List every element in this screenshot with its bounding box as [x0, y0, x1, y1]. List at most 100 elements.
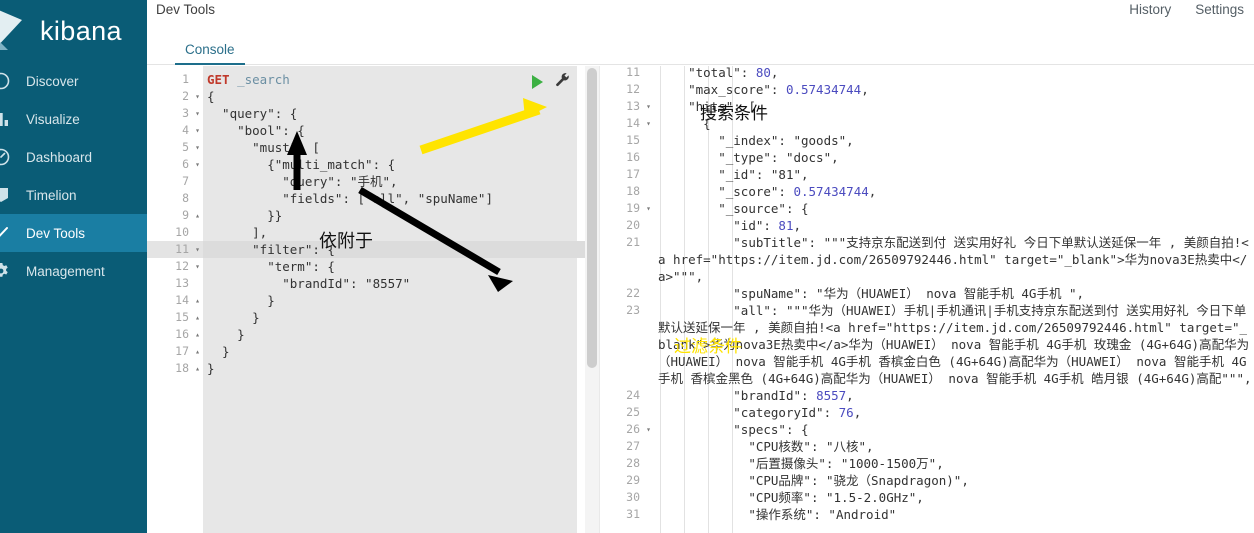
editor-code-line[interactable]: {"multi_match": { [203, 156, 599, 173]
editor-code-line[interactable]: "query": { [203, 105, 599, 122]
output-code-content: "total": 80, "max_score": 0.57434744, "h… [654, 66, 1254, 533]
kibana-app: kibana Discover Visualize Dashboard Time… [0, 0, 1254, 533]
sidebar-item-dashboard[interactable]: Dashboard [0, 138, 147, 176]
editor-code-line[interactable]: ], [203, 224, 599, 241]
output-line-number: 20 [626, 218, 640, 232]
editor-code-line[interactable]: } [203, 292, 599, 309]
output-line-number: 21 [626, 235, 640, 249]
editor-code-line[interactable]: } [203, 343, 599, 360]
output-line-number: 27 [626, 439, 640, 453]
main-area: Dev Tools History Settings Console 1 2 ▾ 3 ▾… [147, 0, 1254, 533]
output-line-number: 11 [626, 66, 640, 79]
tab-label: Console [185, 42, 235, 57]
response-output-pane[interactable]: 11 12 13 ▾ 14 ▾ 15 16 17 18 19 ▾ 20 21 22 23 24 25 26 ▾ 27 28… [600, 66, 1254, 533]
output-code-line: "CPU核数": "八核", [658, 439, 874, 454]
output-code-line: "_source": { [658, 201, 809, 216]
output-line-number: 28 [626, 456, 640, 470]
settings-link[interactable]: Settings [1195, 2, 1244, 17]
output-code-line: "all": """华为（HUAWEI）手机|手机通讯|手机支持京东配送到付 送… [658, 303, 1252, 386]
output-code-line: "hits": [ [658, 99, 756, 114]
wrench-icon[interactable] [555, 72, 570, 91]
editor-code-line[interactable]: "term": { [203, 258, 599, 275]
output-code-line: "total": 80, [658, 66, 779, 80]
editor-code-line[interactable]: } [203, 326, 599, 343]
sidebar-item-label: Visualize [26, 111, 80, 127]
topbar-links: History Settings [1129, 2, 1244, 17]
editor-code-line[interactable]: "bool": { [203, 122, 599, 139]
output-code-line: "操作系统": "Android" [658, 507, 897, 522]
editor-line-number: 12 ▾ [175, 259, 200, 273]
editor-line-number: 2 ▾ [182, 89, 200, 103]
editor-code-content[interactable]: GET _search{ "query": { "bool": { "must"… [203, 66, 599, 533]
sidebar-item-discover[interactable]: Discover [0, 62, 147, 100]
editor-line-number: 8 [182, 191, 189, 205]
output-line-number: 13 ▾ [626, 99, 651, 113]
output-line-number: 17 [626, 167, 640, 181]
output-code-line: "categoryId": 76, [658, 405, 862, 420]
output-line-numbers: 11 12 13 ▾ 14 ▾ 15 16 17 18 19 ▾ 20 21 22 23 24 25 26 ▾ 27 28… [600, 66, 654, 533]
output-code-line: "CPU频率": "1.5-2.0GHz", [658, 490, 924, 505]
editor-line-number: 4 ▾ [182, 123, 200, 137]
output-line-number: 25 [626, 405, 640, 419]
sidebar-item-management[interactable]: Management [0, 252, 147, 290]
sidebar-item-dev-tools[interactable]: Dev Tools [0, 214, 147, 252]
history-link[interactable]: History [1129, 2, 1171, 17]
brand-label: kibana [40, 15, 122, 46]
editor-line-number: 11 ▾ [147, 241, 203, 258]
output-line-number: 12 [626, 82, 640, 96]
response-output: 11 12 13 ▾ 14 ▾ 15 16 17 18 19 ▾ 20 21 22 23 24 25 26 ▾ 27 28… [600, 66, 1254, 533]
gear-icon [0, 261, 18, 281]
editor-line-number: 6 ▾ [182, 157, 200, 171]
editor-code-line[interactable]: "must": [ [203, 139, 599, 156]
kibana-brand[interactable]: kibana [0, 0, 147, 62]
compass-icon [0, 71, 18, 91]
editor-line-number: 9 ▴ [182, 208, 200, 222]
output-code-line: "_score": 0.57434744, [658, 184, 877, 199]
primary-sidebar: kibana Discover Visualize Dashboard Time… [0, 0, 147, 533]
editor-code-line[interactable]: } [203, 309, 599, 326]
output-code-line: "_type": "docs", [658, 150, 839, 165]
output-line-number: 31 [626, 507, 640, 521]
sidebar-item-label: Management [26, 263, 105, 279]
output-line-number: 23 [626, 303, 640, 317]
output-line-number: 29 [626, 473, 640, 487]
console-workspace: 1 2 ▾ 3 ▾ 4 ▾ 5 ▾ 6 ▾ 7 8 9 ▴ 10 11 ▾ 12 ▾ 13 14 ▴ 15 ▴ 16 ▴ 17 ▴ 18 ▴… [147, 66, 1254, 533]
output-code-line: "CPU品牌": "骁龙（Snapdragon)", [658, 473, 969, 488]
editor-code-line[interactable]: "fields": ["all", "spuName"] [203, 190, 599, 207]
sidebar-item-label: Dashboard [26, 149, 93, 165]
output-line-number: 22 [626, 286, 640, 300]
editor-actions [532, 72, 570, 91]
request-editor[interactable]: 1 2 ▾ 3 ▾ 4 ▾ 5 ▾ 6 ▾ 7 8 9 ▴ 10 11 ▾ 12 ▾ 13 14 ▴ 15 ▴ 16 ▴ 17 ▴ 18 ▴… [147, 66, 599, 533]
editor-line-number: 1 [182, 72, 189, 86]
output-line-number: 24 [626, 388, 640, 402]
app-topbar: Dev Tools History Settings [147, 0, 1254, 32]
editor-code-line[interactable]: "filter": { [203, 241, 599, 258]
output-line-number: 16 [626, 150, 640, 164]
editor-code-line[interactable]: } [203, 360, 599, 377]
output-code-line: "subTitle": """支持京东配送到付 送实用好礼 今日下单默认送延保一… [658, 235, 1249, 284]
editor-line-number: 7 [182, 174, 189, 188]
output-line-number: 15 [626, 133, 640, 147]
editor-line-numbers: 1 2 ▾ 3 ▾ 4 ▾ 5 ▾ 6 ▾ 7 8 9 ▴ 10 11 ▾ 12 ▾ 13 14 ▴ 15 ▴ 16 ▴ 17 ▴ 18 ▴ [147, 66, 203, 533]
output-code-line: "specs": { [658, 422, 809, 437]
output-line-number: 19 ▾ [626, 201, 651, 215]
sidebar-item-label: Dev Tools [26, 225, 86, 241]
output-line-number: 14 ▾ [626, 116, 651, 130]
output-code-line: "spuName": "华为（HUAWEI） nova 智能手机 4G手机 ", [658, 286, 1085, 301]
editor-code-line[interactable]: "query": "手机", [203, 173, 599, 190]
editor-code-line[interactable]: "brandId": "8557" [203, 275, 599, 292]
tab-console[interactable]: Console [175, 42, 245, 65]
sidebar-item-timelion[interactable]: Timelion [0, 176, 147, 214]
output-code-line: "id": 81, [658, 218, 802, 233]
request-editor-pane[interactable]: 1 2 ▾ 3 ▾ 4 ▾ 5 ▾ 6 ▾ 7 8 9 ▴ 10 11 ▾ 12 ▾ 13 14 ▴ 15 ▴ 16 ▴ 17 ▴ 18 ▴… [147, 66, 600, 533]
output-line-number: 18 [626, 184, 640, 198]
editor-code-line[interactable]: }} [203, 207, 599, 224]
output-line-number: 30 [626, 490, 640, 504]
play-icon[interactable] [532, 74, 543, 89]
editor-scrollbar[interactable] [585, 66, 599, 533]
sidebar-item-label: Discover [26, 73, 79, 89]
output-code-line: "后置摄像头": "1000-1500万", [658, 456, 944, 471]
kibana-logo-icon [0, 6, 34, 52]
sidebar-item-visualize[interactable]: Visualize [0, 100, 147, 138]
output-code-line: { [658, 116, 711, 131]
